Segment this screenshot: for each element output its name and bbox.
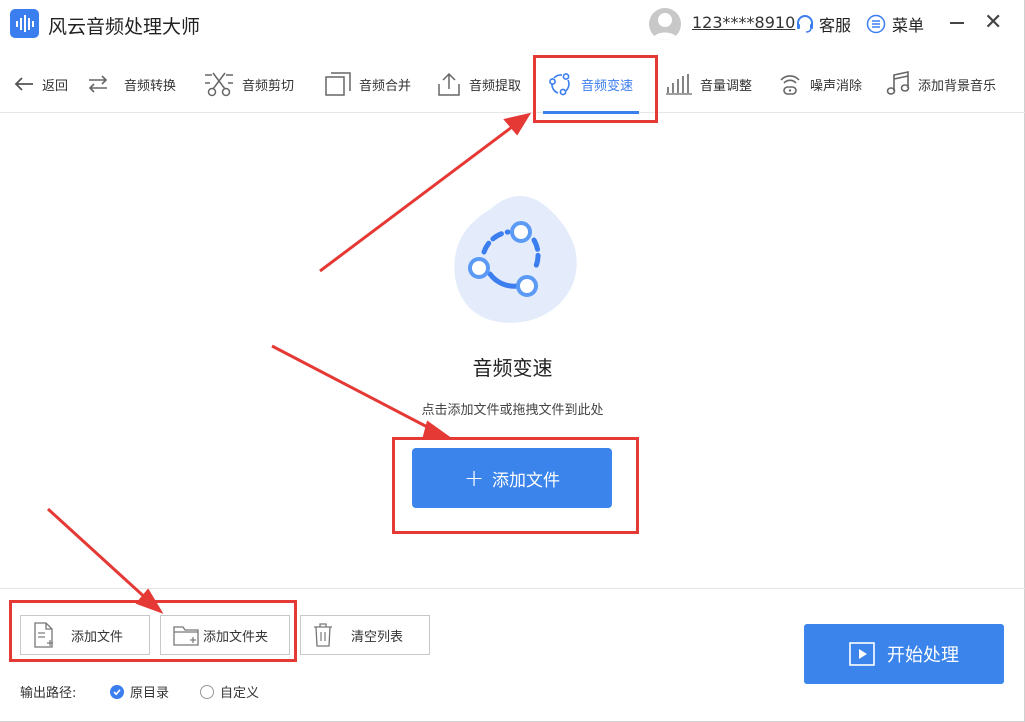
play-icon bbox=[849, 642, 875, 666]
tab-audio-convert[interactable]: 音频转换 bbox=[86, 55, 176, 113]
scissors-icon bbox=[205, 72, 233, 97]
music-note-icon bbox=[886, 71, 910, 95]
title-bar: 风云音频处理大师 123****8910 客服 菜单 ✕ bbox=[0, 0, 1025, 48]
trash-icon bbox=[314, 623, 332, 647]
merge-icon bbox=[325, 72, 351, 96]
arrow-left-icon bbox=[14, 77, 33, 91]
audio-speed-illustration-icon bbox=[454, 196, 577, 323]
add-folder-label: 添加文件夹 bbox=[203, 629, 269, 645]
feature-toolbar: 返回 音频转换 音频剪切 音频合并 音频提取 音频变速 音量调整 噪声消除 添加… bbox=[0, 55, 1025, 114]
drop-hint: 点击添加文件或拖拽文件到此处 bbox=[421, 403, 604, 418]
customer-service-button[interactable]: 客服 bbox=[795, 12, 851, 36]
minimize-button[interactable] bbox=[950, 22, 964, 24]
add-folder-button[interactable]: 添加文件夹 bbox=[160, 615, 290, 655]
avatar[interactable] bbox=[649, 8, 681, 40]
clear-list-button[interactable]: 清空列表 bbox=[300, 615, 430, 655]
add-file-button[interactable]: 添加文件 bbox=[20, 615, 150, 655]
tab-label: 音频转换 bbox=[124, 78, 177, 94]
bottom-divider bbox=[0, 588, 1025, 589]
radio-label: 自定义 bbox=[220, 686, 260, 701]
app-logo-icon bbox=[10, 9, 39, 38]
tab-label: 音量调整 bbox=[700, 78, 753, 94]
feature-title: 音频变速 bbox=[472, 356, 553, 380]
tab-audio-cut[interactable]: 音频剪切 bbox=[204, 55, 294, 113]
customer-service-label: 客服 bbox=[819, 16, 852, 35]
radio-checked-icon bbox=[110, 684, 124, 699]
extract-icon bbox=[438, 72, 460, 96]
arrowhead bbox=[422, 420, 454, 440]
start-processing-button[interactable]: 开始处理 bbox=[804, 624, 1004, 684]
tab-noise-removal[interactable]: 噪声消除 bbox=[778, 55, 862, 113]
app-window: 风云音频处理大师 123****8910 客服 菜单 ✕ 返回 音频转换 音频剪… bbox=[0, 0, 1025, 722]
headset-icon bbox=[797, 15, 813, 33]
username-link[interactable]: 123****8910 bbox=[692, 13, 795, 32]
menu-list-icon bbox=[866, 14, 886, 34]
tab-add-background-music[interactable]: 添加背景音乐 bbox=[886, 55, 996, 113]
radio-original-dir[interactable]: 原目录 bbox=[110, 682, 169, 701]
tab-label: 噪声消除 bbox=[810, 78, 863, 94]
plus-icon: + bbox=[463, 464, 485, 492]
app-title: 风云音频处理大师 bbox=[48, 16, 201, 38]
tab-audio-extract[interactable]: 音频提取 bbox=[437, 55, 521, 113]
tab-label: 音频提取 bbox=[469, 78, 522, 94]
tab-label: 音频合并 bbox=[359, 78, 412, 94]
add-file-label: 添加文件 bbox=[71, 629, 124, 645]
arrowhead bbox=[503, 112, 532, 136]
clear-list-label: 清空列表 bbox=[351, 629, 404, 645]
close-button[interactable]: ✕ bbox=[984, 10, 1002, 36]
menu-label: 菜单 bbox=[892, 16, 925, 35]
start-processing-label: 开始处理 bbox=[887, 645, 959, 666]
add-file-main-label: 添加文件 bbox=[492, 470, 561, 491]
noise-icon bbox=[780, 75, 800, 95]
add-file-icon bbox=[34, 622, 53, 648]
convert-icon bbox=[88, 75, 108, 93]
output-path-label: 输出路径: bbox=[20, 686, 77, 701]
speed-icon bbox=[549, 73, 570, 96]
menu-button[interactable]: 菜单 bbox=[866, 12, 924, 36]
arrowhead bbox=[135, 588, 164, 614]
back-label: 返回 bbox=[42, 78, 69, 94]
tab-label: 音频变速 bbox=[581, 78, 634, 94]
tab-label: 添加背景音乐 bbox=[918, 78, 997, 94]
radio-unchecked-icon bbox=[200, 684, 214, 699]
tab-audio-speed[interactable]: 音频变速 bbox=[542, 55, 640, 114]
tab-volume-adjust[interactable]: 音量调整 bbox=[666, 55, 752, 113]
radio-label: 原目录 bbox=[130, 686, 170, 701]
add-file-main-button[interactable]: + 添加文件 bbox=[412, 448, 612, 508]
tab-label: 音频剪切 bbox=[242, 78, 295, 94]
back-button[interactable]: 返回 bbox=[14, 55, 68, 113]
tab-audio-merge[interactable]: 音频合并 bbox=[325, 55, 411, 113]
radio-custom-dir[interactable]: 自定义 bbox=[200, 682, 259, 701]
add-folder-icon bbox=[173, 626, 199, 646]
volume-bars-icon bbox=[666, 74, 692, 95]
